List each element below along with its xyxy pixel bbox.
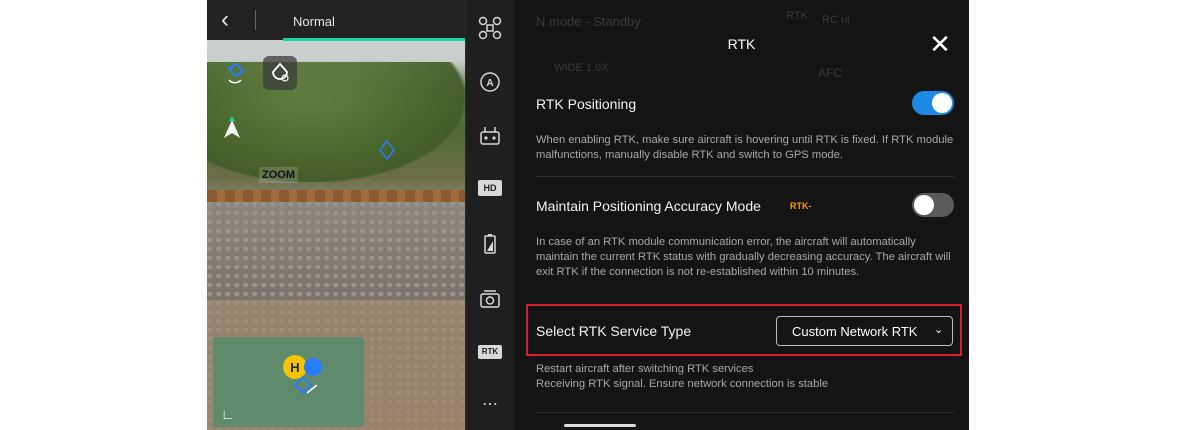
rtk-settings-panel: N mode - Standby RTK RC ul WIDE 1.0X AFC…	[514, 0, 969, 430]
dji-app: ‹ Normal ZOOM H ∟ A HD RTK ⋯ N mode - St…	[207, 0, 969, 430]
map-home-icon: H	[283, 355, 322, 395]
battery-icon[interactable]	[478, 232, 502, 256]
remote-controller-icon[interactable]	[478, 125, 502, 149]
divider	[255, 10, 256, 30]
camera-top-bar: ‹ Normal	[207, 0, 465, 41]
waypoint-button[interactable]	[263, 56, 297, 90]
toggle-knob	[914, 195, 934, 215]
map-expand-icon[interactable]: ∟	[221, 406, 235, 422]
accuracy-mode-label: Maintain Positioning Accuracy Mode	[536, 198, 761, 214]
rtk-positioning-label: RTK Positioning	[536, 96, 637, 112]
chevron-down-icon: ⌄	[934, 324, 944, 336]
service-type-label: Select RTK Service Type	[536, 323, 692, 339]
hd-transmission-icon[interactable]: HD	[478, 180, 502, 196]
svg-text:H: H	[290, 360, 299, 375]
camera-view[interactable]: ‹ Normal ZOOM H ∟	[207, 0, 465, 430]
mini-map[interactable]: H	[213, 337, 364, 427]
gimbal-direction-icon[interactable]	[221, 60, 251, 90]
zoom-button[interactable]: ZOOM	[259, 167, 298, 183]
settings-rail: A HD RTK ⋯	[465, 0, 515, 430]
svg-text:A: A	[486, 78, 493, 89]
auto-flight-icon[interactable]: A	[478, 70, 502, 94]
back-icon[interactable]: ‹	[221, 8, 243, 32]
camera-settings-icon[interactable]	[478, 287, 502, 311]
service-type-value: Custom Network RTK	[792, 324, 918, 339]
rtk-positioning-description: When enabling RTK, make sure aircraft is…	[536, 134, 954, 161]
background-rtk-status: RTK	[786, 10, 808, 22]
service-type-dropdown[interactable]: Custom Network RTK ⌄	[776, 316, 953, 346]
rtk-minus-tag: RTK-	[790, 201, 812, 211]
toggle-knob	[932, 93, 952, 113]
background-lens-status: WIDE 1.0X	[554, 62, 609, 74]
accuracy-mode-description: In case of an RTK module communication e…	[536, 236, 951, 278]
aircraft-heading-icon	[224, 116, 240, 138]
background-flight-status: N mode - Standby	[536, 14, 641, 29]
flight-mode-label[interactable]: Normal	[293, 14, 335, 29]
aircraft-icon[interactable]	[478, 16, 502, 40]
section-divider	[536, 412, 954, 413]
panel-title: RTK	[727, 36, 756, 52]
close-icon[interactable]: ✕	[926, 30, 954, 58]
rtk-settings-icon[interactable]: RTK	[478, 345, 502, 359]
fence-scene	[207, 190, 465, 202]
background-rc-status: RC ul	[822, 14, 850, 26]
home-point-marker-icon	[379, 140, 395, 160]
more-icon[interactable]: ⋯	[478, 396, 502, 420]
service-type-restart-note: Restart aircraft after switching RTK ser…	[536, 363, 754, 375]
service-type-signal-note: Receiving RTK signal. Ensure network con…	[536, 378, 829, 390]
background-focus-status: AFC	[818, 66, 842, 80]
waypoint-icon	[272, 62, 289, 82]
status-bar-accent	[283, 38, 465, 41]
section-divider	[536, 176, 954, 177]
accuracy-mode-toggle[interactable]	[912, 193, 954, 217]
home-indicator[interactable]	[564, 424, 636, 427]
rtk-positioning-toggle[interactable]	[912, 91, 954, 115]
